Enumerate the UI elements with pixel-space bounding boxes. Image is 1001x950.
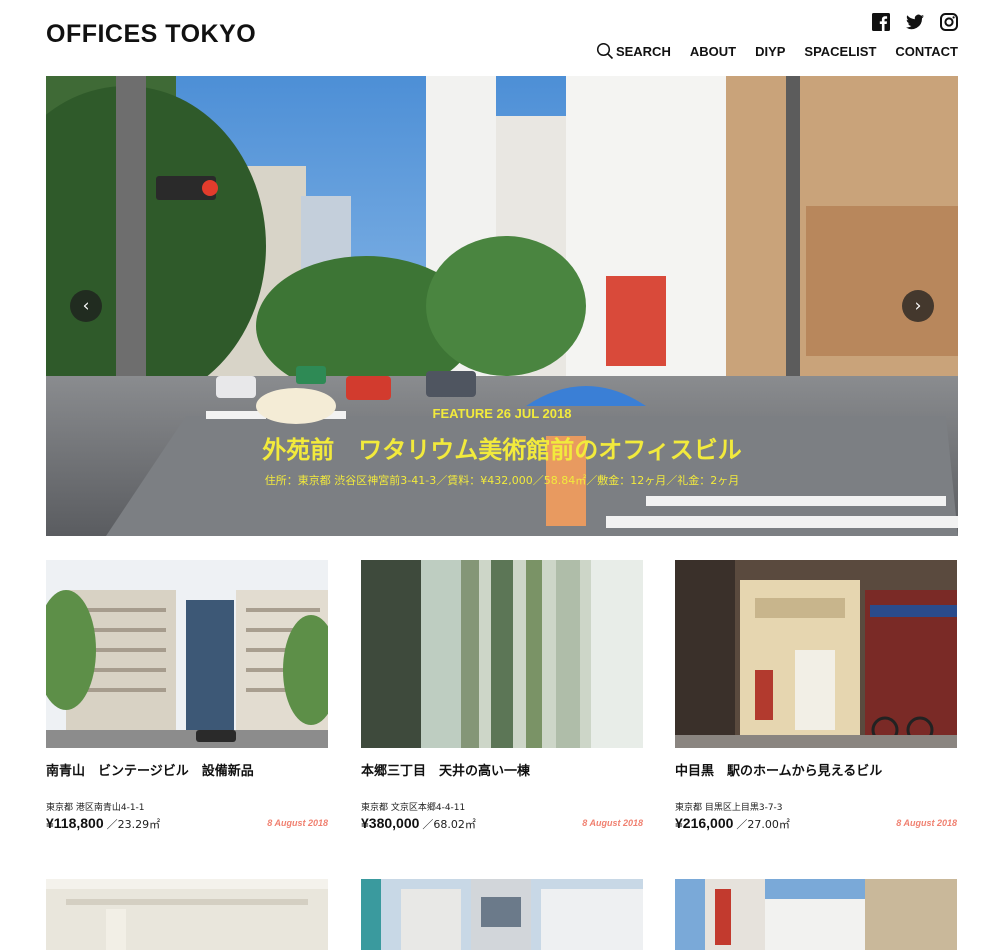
facebook-icon[interactable] — [871, 12, 891, 32]
listing-area: ／68.02㎡ — [422, 818, 476, 831]
chevron-left-icon[interactable]: ‹ — [70, 290, 102, 322]
listing-price-line: ¥216,000 ／27.00㎡ — [675, 813, 790, 832]
hero-title[interactable]: 外苑前 ワタリウム美術館前のオフィスビル — [46, 430, 958, 465]
hero-meta: 住所：東京都 渋谷区神宮前3-41-3／賃料：¥432,000／58.84㎡／敷… — [264, 474, 740, 487]
listing-price: ¥118,800 — [46, 815, 104, 831]
listing-price-line: ¥380,000 ／68.02㎡ — [361, 813, 476, 832]
listing-date: 8 August 2018 — [896, 818, 957, 828]
main-nav: SEARCH ABOUT DIYP SPACELIST CONTACT — [596, 42, 958, 60]
listing-date: 8 August 2018 — [582, 818, 643, 828]
listing-card[interactable]: 南青山 ビンテージビル 設備新品 東京都 港区南青山4-1-1 ¥118,800… — [46, 560, 328, 831]
search-icon — [596, 42, 614, 60]
nav-spacelist[interactable]: SPACELIST — [804, 44, 876, 59]
listing-card[interactable]: 中目黒 駅のホームから見えるビル 東京都 目黒区上目黒3-7-3 ¥216,00… — [675, 560, 957, 831]
listing-address: 東京都 目黒区上目黒3-7-3 — [675, 803, 783, 813]
listing-area: ／27.00㎡ — [736, 818, 790, 831]
listing-photo[interactable] — [675, 879, 957, 950]
listing-price: ¥380,000 — [361, 815, 420, 831]
listing-photo[interactable] — [361, 879, 643, 950]
listing-address: 東京都 港区南青山4-1-1 — [46, 803, 145, 813]
hero-feature-label: FEATURE 26 JUL 2018 — [432, 406, 572, 421]
listing-title[interactable]: 本郷三丁目 天井の高い一棟 — [361, 760, 530, 779]
listing-date: 8 August 2018 — [267, 818, 328, 828]
twitter-icon[interactable] — [905, 12, 925, 32]
instagram-icon[interactable] — [939, 12, 959, 32]
listing-address: 東京都 文京区本郷4-4-11 — [361, 803, 466, 813]
listing-card[interactable]: 本郷三丁目 天井の高い一棟 東京都 文京区本郷4-4-11 ¥380,000 ／6… — [361, 560, 643, 831]
nav-contact[interactable]: CONTACT — [895, 44, 958, 59]
listing-title[interactable]: 南青山 ビンテージビル 設備新品 — [46, 760, 254, 779]
listing-photo[interactable] — [46, 560, 328, 748]
nav-search[interactable]: SEARCH — [596, 42, 671, 60]
listing-photo[interactable] — [361, 560, 643, 748]
hero-photo — [46, 76, 958, 536]
nav-diyp[interactable]: DIYP — [755, 44, 785, 59]
social-links — [871, 12, 959, 32]
chevron-right-icon[interactable]: › — [902, 290, 934, 322]
listing-price: ¥216,000 — [675, 815, 734, 831]
listing-price-line: ¥118,800 ／23.29㎡ — [46, 813, 160, 832]
nav-search-label: SEARCH — [615, 43, 671, 59]
listing-area: ／23.29㎡ — [106, 818, 161, 831]
nav-about[interactable]: ABOUT — [690, 44, 736, 59]
listing-title[interactable]: 中目黒 駅のホームから見えるビル — [675, 760, 882, 779]
listing-photo[interactable] — [675, 560, 957, 748]
site-logo[interactable]: OFFICES TOKYO — [46, 20, 256, 49]
listing-photo[interactable] — [46, 879, 328, 950]
hero-slider[interactable]: FEATURE 26 JUL 2018 外苑前 ワタリウム美術館前のオフィスビル… — [46, 76, 958, 536]
